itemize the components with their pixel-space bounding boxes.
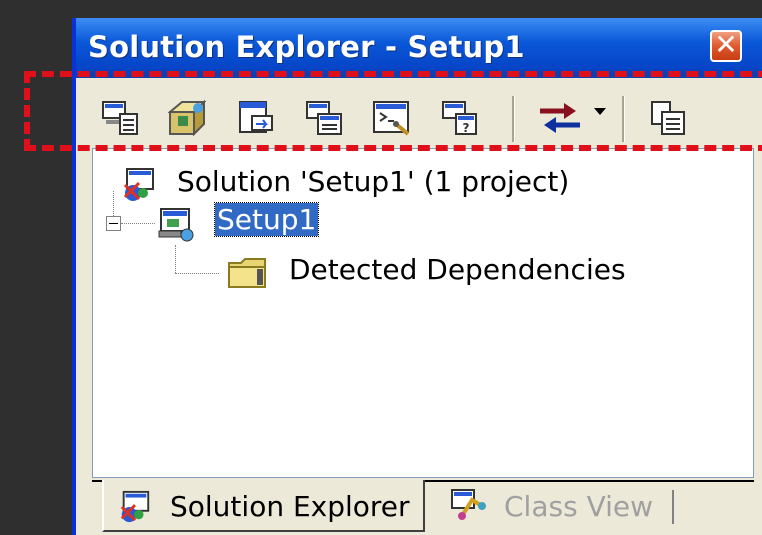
dependencies-node-label[interactable]: Detected Dependencies xyxy=(289,253,626,286)
tab-solution-explorer-label[interactable]: Solution Explorer xyxy=(170,490,410,523)
tab-bar: Solution Explorer Class View xyxy=(92,478,754,535)
toolbar-highlight-box xyxy=(24,71,762,151)
tab-class-view-label[interactable]: Class View xyxy=(504,490,653,523)
window-title: Solution Explorer - Setup1 xyxy=(88,30,525,64)
solution-tree: Solution 'Setup1' (1 project) Setup1 Det… xyxy=(92,148,754,478)
tree-connector xyxy=(175,273,219,274)
close-icon[interactable]: ✕ xyxy=(712,28,740,61)
solution-icon xyxy=(123,168,154,201)
collapse-toggle[interactable] xyxy=(106,216,121,231)
class-view-icon xyxy=(451,489,486,520)
tree-connector xyxy=(113,191,114,216)
folder-icon xyxy=(228,258,266,288)
solution-explorer-icon xyxy=(120,490,150,523)
title-bar[interactable]: Solution Explorer - Setup1 ✕ xyxy=(76,18,762,78)
project-node-label[interactable]: Setup1 xyxy=(213,202,320,237)
project-node[interactable]: Setup1 xyxy=(213,202,320,237)
tree-connector xyxy=(175,245,176,273)
close-button[interactable]: ✕ xyxy=(710,28,742,62)
tree-connector xyxy=(121,223,155,224)
tab-solution-explorer[interactable]: Solution Explorer xyxy=(102,480,425,532)
solution-node-label[interactable]: Solution 'Setup1' (1 project) xyxy=(177,165,569,198)
tab-separator xyxy=(672,490,674,524)
setup-project-icon xyxy=(158,208,194,242)
